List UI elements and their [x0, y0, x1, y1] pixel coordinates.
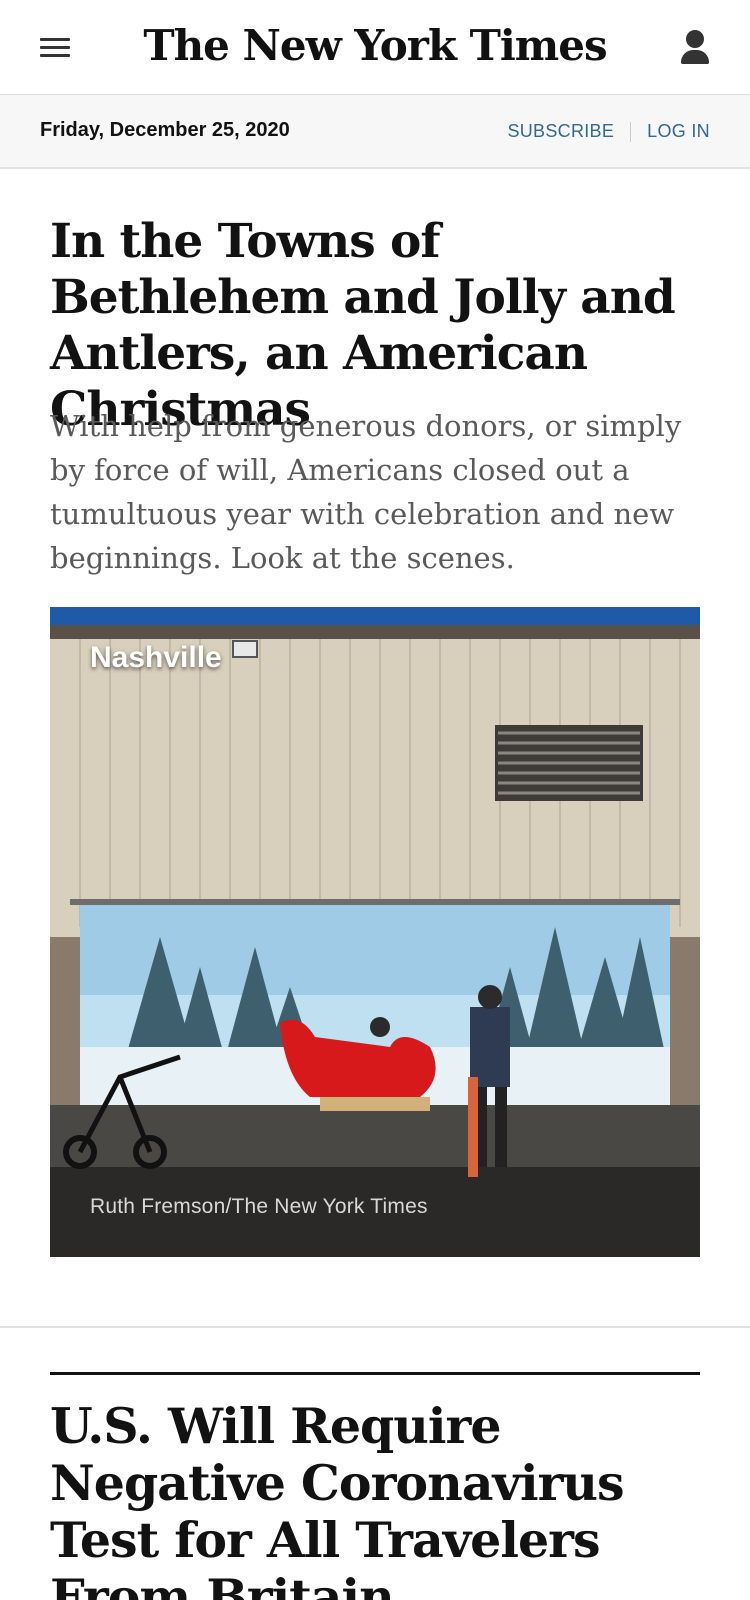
story-rule: [50, 1372, 700, 1375]
article-photo[interactable]: Nashville Ruth Fremson/The New York Time…: [50, 607, 700, 1257]
date-bar: Friday, December 25, 2020 SUBSCRIBE LOG …: [0, 95, 750, 169]
nyt-logo[interactable]: The New York Times: [0, 18, 750, 74]
article-summary[interactable]: With help from generous donors, or simpl…: [50, 404, 710, 580]
masthead: The New York Times: [0, 0, 750, 95]
photo-location-label: Nashville: [90, 641, 222, 674]
user-account-icon[interactable]: [678, 28, 712, 66]
current-date: Friday, December 25, 2020: [40, 119, 290, 141]
section-divider: [0, 1326, 750, 1328]
photo-illustration: [50, 607, 700, 1257]
auth-links: SUBSCRIBE LOG IN: [507, 121, 710, 142]
login-link[interactable]: LOG IN: [647, 121, 710, 142]
auth-divider: [630, 121, 632, 142]
article-headline[interactable]: U.S. Will Require Negative Coronavirus T…: [50, 1398, 700, 1600]
photo-credit: Ruth Fremson/The New York Times: [90, 1195, 428, 1218]
subscribe-link[interactable]: SUBSCRIBE: [507, 121, 614, 142]
